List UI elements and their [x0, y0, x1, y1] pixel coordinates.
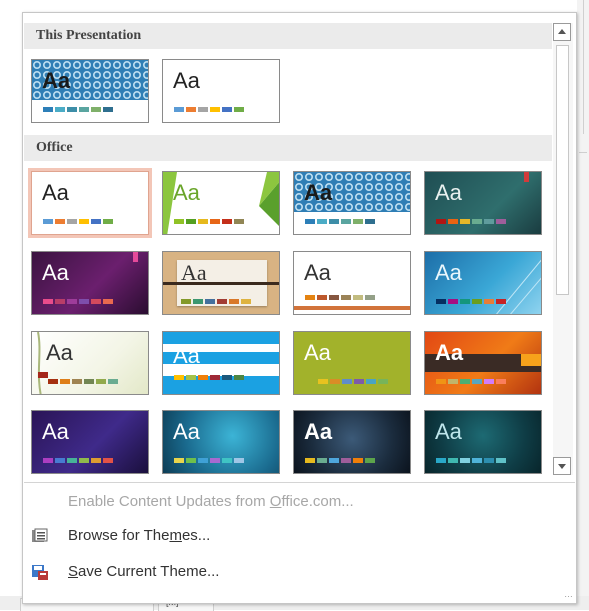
theme-color-strip: [174, 375, 246, 380]
menu-item-enable-content-updates: Enable Content Updates from Office.com..…: [29, 489, 549, 515]
theme-preview-text: Aa: [304, 260, 331, 285]
save-theme-icon: [32, 565, 48, 580]
theme-preview-text: Aa: [46, 340, 73, 365]
theme-preview-text: Aa: [42, 68, 71, 93]
theme-accent-tab: [133, 252, 138, 262]
theme-preview-text: Aa: [435, 260, 462, 285]
gallery-scrollbar[interactable]: [553, 23, 573, 475]
theme-thumb-current-pattern[interactable]: Aa: [31, 59, 149, 123]
theme-thumb-wisp[interactable]: Aa: [31, 331, 149, 395]
theme-preview-text: Aa: [435, 419, 462, 444]
scroll-down-button[interactable]: [553, 457, 571, 475]
theme-preview-text: Aa: [173, 419, 200, 444]
theme-rule: [294, 306, 410, 310]
theme-color-strip: [174, 107, 246, 112]
theme-preview-text: Aa: [304, 340, 331, 365]
theme-preview-text: Aa: [42, 260, 69, 285]
theme-preview-text: Aa: [435, 340, 464, 365]
section-header-office: Office: [24, 135, 552, 161]
theme-color-strip: [436, 458, 508, 463]
background-divider: [579, 152, 587, 153]
theme-color-strip: [174, 458, 246, 463]
chevron-down-icon: [558, 464, 566, 469]
theme-thumb-ion[interactable]: Aa: [424, 171, 542, 235]
theme-color-strip: [436, 299, 508, 304]
resize-grip-icon[interactable]: …: [564, 589, 573, 599]
theme-color-strip: [305, 219, 377, 224]
menu-divider: [24, 482, 575, 483]
theme-accent-tab: [524, 172, 529, 182]
menu-item-label: Enable Content Updates from: [68, 493, 270, 510]
theme-color-strip: [436, 379, 508, 384]
themes-gallery-panel: This Presentation Aa Aa Office Aa Aa Aa …: [22, 12, 577, 604]
theme-color-strip: [305, 458, 377, 463]
theme-thumb-circuit[interactable]: Aa: [162, 410, 280, 474]
scroll-up-button[interactable]: [553, 23, 571, 41]
theme-color-strip: [174, 219, 246, 224]
theme-thumb-droplet[interactable]: Aa: [424, 410, 542, 474]
theme-thumb-slice[interactable]: Aa: [424, 251, 542, 315]
theme-preview-text: Aa: [181, 260, 207, 285]
theme-preview-text: Aa: [173, 180, 200, 205]
theme-accent: [521, 354, 541, 366]
scroll-thumb[interactable]: [556, 45, 569, 295]
theme-thumb-basis[interactable]: Aa: [293, 331, 411, 395]
browse-themes-icon: [32, 528, 48, 542]
theme-preview-text: Aa: [173, 343, 200, 368]
theme-thumb-celestial[interactable]: Aa: [31, 410, 149, 474]
theme-color-strip: [43, 299, 115, 304]
theme-thumb-pattern[interactable]: Aa: [293, 171, 411, 235]
chevron-up-icon: [558, 29, 566, 34]
theme-preview-text: Aa: [42, 419, 69, 444]
theme-thumb-retrospect[interactable]: Aa: [293, 251, 411, 315]
menu-item-accelerator: O: [269, 493, 282, 510]
theme-thumb-ion-boardroom[interactable]: Aa: [31, 251, 149, 315]
theme-color-strip: [43, 219, 115, 224]
menu-item-browse-for-themes[interactable]: Browse for Themes...: [29, 523, 549, 549]
theme-color-strip: [181, 299, 253, 304]
section-header-this-presentation: This Presentation: [24, 23, 552, 49]
background-divider: [583, 0, 584, 134]
theme-thumb-berlin[interactable]: Aa: [424, 331, 542, 395]
theme-preview-text: Aa: [435, 180, 462, 205]
menu-item-save-current-theme[interactable]: Save Current Theme...: [29, 559, 549, 585]
theme-color-strip: [305, 295, 377, 300]
theme-color-strip: [43, 107, 115, 112]
menu-item-accelerator: m: [169, 527, 182, 544]
theme-preview-text: Aa: [173, 68, 200, 93]
theme-thumb-organic[interactable]: Aa: [162, 251, 280, 315]
menu-item-label: es...: [181, 527, 211, 544]
theme-preview-text: Aa: [304, 180, 333, 205]
menu-item-label: ave Current Theme...: [78, 563, 220, 580]
theme-color-strip: [48, 379, 120, 384]
menu-item-accelerator: S: [68, 563, 79, 580]
theme-color-strip: [436, 219, 508, 224]
theme-thumb-banded[interactable]: Aa: [162, 331, 280, 395]
theme-preview-text: Aa: [304, 419, 333, 444]
theme-thumb-current-office[interactable]: Aa: [162, 59, 280, 123]
theme-color-strip: [318, 379, 390, 384]
theme-preview-text: Aa: [42, 180, 69, 205]
theme-thumb-dividend[interactable]: Aa: [293, 410, 411, 474]
theme-thumb-office[interactable]: Aa: [28, 168, 152, 238]
theme-color-strip: [43, 458, 115, 463]
menu-item-label: ffice.com...: [281, 493, 354, 510]
theme-thumb-facet[interactable]: Aa: [162, 171, 280, 235]
menu-item-label: Browse for The: [68, 527, 170, 544]
